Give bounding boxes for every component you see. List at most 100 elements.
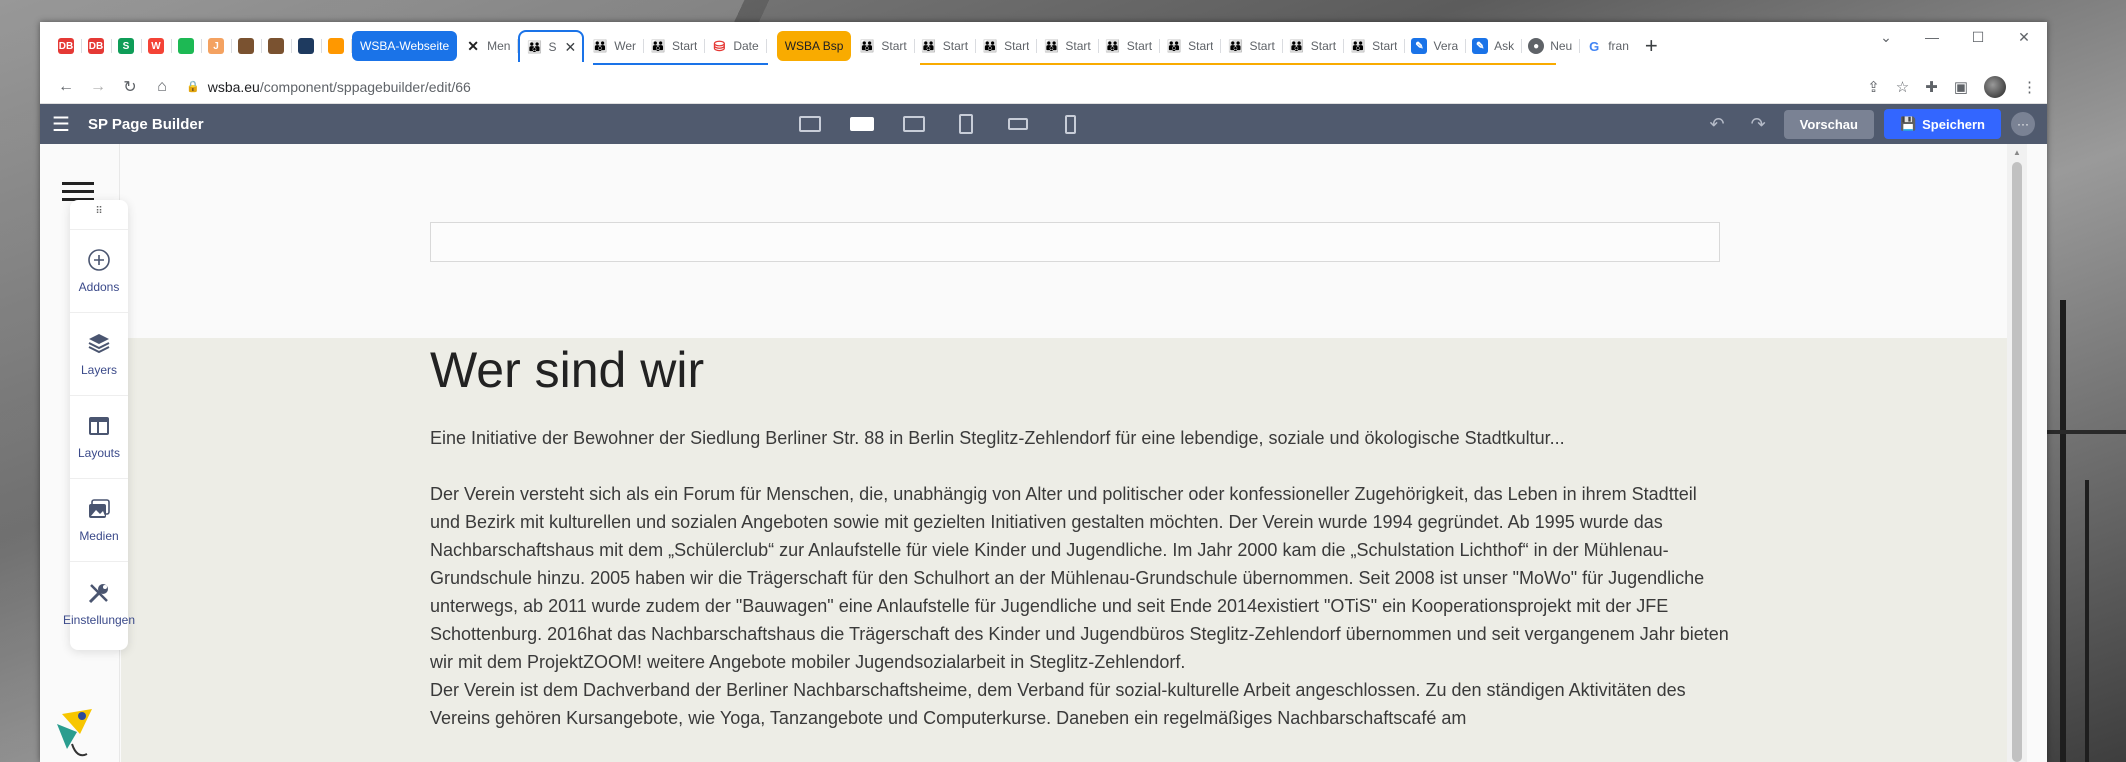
edit-icon: ✎ (1472, 38, 1489, 54)
intro-paragraph: Eine Initiative der Bewohner der Siedlun… (430, 428, 1565, 448)
tab-title: Start (1188, 39, 1214, 53)
sidebar-item-medien[interactable]: Medien (70, 479, 128, 562)
mobile-portrait-icon[interactable] (1057, 113, 1083, 135)
pinned-tab[interactable]: DB (52, 31, 82, 61)
tab-group-wsba-bsp[interactable]: WSBA Bsp (776, 31, 852, 61)
tab-title: Start (672, 39, 698, 53)
people-icon: 👪 (982, 38, 999, 54)
sidebar-item-layouts[interactable]: Layouts (70, 396, 128, 479)
save-label: Speichern (1922, 116, 1985, 132)
extensions-icon[interactable]: ✚ (1925, 78, 1938, 96)
sidebar-item-label: Addons (78, 280, 120, 294)
close-window-icon[interactable]: ✕ (2001, 22, 2047, 52)
tab-title: fran (1608, 39, 1629, 53)
forward-icon[interactable]: → (82, 78, 114, 96)
scroll-up-icon[interactable]: ▲ (2007, 144, 2027, 157)
tab-start[interactable]: 👪 Start (915, 31, 977, 61)
people-icon: 👪 (1166, 38, 1183, 54)
people-icon: 👪 (526, 39, 543, 55)
share-icon[interactable]: ⇪ (1867, 78, 1880, 96)
empty-addon-placeholder[interactable] (430, 222, 1720, 262)
pinned-tab[interactable] (262, 31, 292, 61)
sidebar-item-label: Medien (79, 529, 119, 543)
tab-start[interactable]: 👪 Start (853, 31, 916, 61)
builder-brand: SP Page Builder (87, 115, 204, 133)
close-tab-icon[interactable]: ✕ (564, 39, 576, 56)
page-canvas: Wer sind wir Eine Initiative der Bewohne… (121, 144, 2027, 762)
people-icon: 👪 (592, 38, 609, 54)
pinned-tab[interactable]: DB (82, 31, 112, 61)
tab-favicon-icon (298, 38, 314, 54)
mobile-landscape-icon[interactable] (1005, 113, 1031, 135)
tab-vera[interactable]: ✎ Vera (1405, 31, 1466, 61)
maximize-icon[interactable]: ☐ (1955, 22, 2001, 52)
scrollbar-thumb[interactable] (2012, 162, 2022, 762)
minimize-icon[interactable]: — (1909, 22, 1955, 52)
tab-ask[interactable]: ✎ Ask (1466, 31, 1523, 61)
desktop-device-icon[interactable] (797, 113, 823, 135)
hamburger-menu-icon[interactable]: ☰ (52, 112, 70, 137)
sidebar-item-addons[interactable]: Addons (70, 230, 128, 313)
tab-date[interactable]: ⛁ Date (705, 31, 768, 61)
tab-start[interactable]: 👪 Start (1037, 31, 1100, 61)
tab-start[interactable]: 👪 Start (976, 31, 1038, 61)
tab-title: Start (1249, 39, 1275, 53)
sidebar-item-layers[interactable]: Layers (70, 313, 128, 396)
sidebar-item-label: Layouts (77, 446, 121, 460)
sidebar-item-einstellungen[interactable]: Einstellungen (63, 562, 135, 645)
tab-favicon-icon: S (118, 38, 134, 54)
tab-start[interactable]: 👪 Start (1160, 31, 1222, 61)
pinned-tab[interactable] (172, 31, 202, 61)
bookmark-star-icon[interactable]: ☆ (1896, 78, 1909, 96)
new-tab-button[interactable]: + (1645, 33, 1658, 59)
tab-favicon-icon: DB (88, 38, 104, 54)
tab-title: Vera (1433, 39, 1459, 53)
tab-wer[interactable]: 👪 Wer (586, 31, 644, 61)
tab-favicon-icon (238, 38, 254, 54)
pinned-tab[interactable]: W (142, 31, 172, 61)
pinned-tab[interactable] (292, 31, 322, 61)
tablet-portrait-icon[interactable] (953, 113, 979, 135)
main-section: Wer sind wir Eine Initiative der Bewohne… (121, 338, 2027, 762)
drag-handle-icon[interactable]: ⠿ (70, 200, 128, 230)
pinned-tab[interactable] (232, 31, 262, 61)
body-paragraph: Der Verein versteht sich als ein Forum f… (430, 484, 1729, 672)
sidepanel-icon[interactable]: ▣ (1954, 78, 1968, 96)
pinned-tab[interactable]: J (202, 31, 232, 61)
redo-icon[interactable]: ↷ (1751, 114, 1766, 135)
tab-title: Start (1065, 39, 1091, 53)
address-bar[interactable]: 🔒 wsba.eu/component/sppagebuilder/edit/6… (186, 79, 1867, 95)
more-options-icon[interactable]: ··· (2011, 112, 2035, 136)
home-icon[interactable]: ⌂ (146, 78, 178, 96)
tab-search-icon[interactable]: ⌄ (1863, 22, 1909, 52)
tab-active-sppagebuilder[interactable]: 👪 S ✕ (518, 30, 585, 62)
profile-avatar[interactable] (1984, 75, 2006, 98)
tab-group-label: WSBA-Webseite (360, 39, 450, 53)
tab-start[interactable]: 👪 Start (1283, 31, 1345, 61)
tab-start[interactable]: 👪 Start (644, 31, 706, 61)
tablet-landscape-icon[interactable] (901, 113, 927, 135)
tab-start[interactable]: 👪 Start (1221, 31, 1284, 61)
pinned-tab[interactable]: S (112, 31, 142, 61)
builder-content: ⠿ Addons Layers Layouts Medien Einstellu… (40, 144, 2047, 762)
tab-group-label: WSBA Bsp (784, 39, 844, 53)
preview-button[interactable]: Vorschau (1783, 109, 1874, 139)
tab-fran[interactable]: G fran (1580, 31, 1635, 61)
url-path: /component/sppagebuilder/edit/66 (259, 78, 471, 95)
tab-men[interactable]: ✕ Men (459, 31, 519, 61)
undo-icon[interactable]: ↶ (1709, 114, 1724, 135)
tab-neu[interactable]: ● Neu (1522, 31, 1581, 61)
pinned-tab[interactable] (322, 31, 352, 61)
article-text: Wer sind wir Eine Initiative der Bewohne… (430, 340, 1730, 732)
tab-start[interactable]: 👪 Start (1344, 31, 1406, 61)
sidebar-item-label: Layers (80, 363, 118, 377)
scrollbar[interactable]: ▲ (2007, 144, 2027, 762)
back-icon[interactable]: ← (50, 78, 82, 96)
kebab-menu-icon[interactable]: ⋮ (2022, 78, 2037, 96)
reload-icon[interactable]: ↻ (114, 77, 146, 97)
tab-start[interactable]: 👪 Start (1099, 31, 1161, 61)
tab-group-wsba-webseite[interactable]: WSBA-Webseite (352, 31, 458, 61)
laptop-device-icon[interactable] (849, 113, 875, 135)
save-button[interactable]: 💾 Speichern (1883, 109, 2001, 139)
edit-icon: ✎ (1411, 38, 1428, 54)
